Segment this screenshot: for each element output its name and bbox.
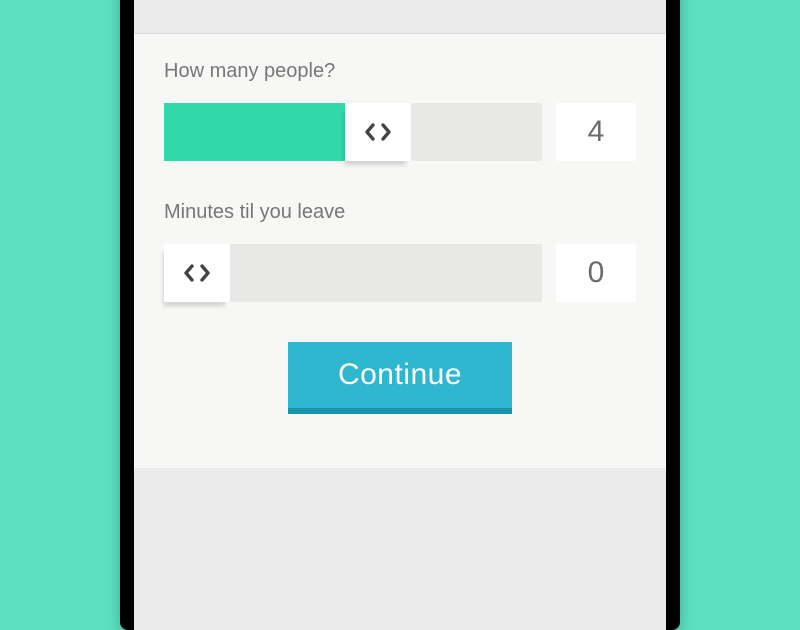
people-slider-track[interactable] <box>164 103 542 161</box>
chevron-right-icon <box>379 123 393 141</box>
form-section: How many people? 4 Minutes til you leave <box>134 34 666 468</box>
minutes-slider-handle[interactable] <box>164 244 230 302</box>
chevron-right-icon <box>198 264 212 282</box>
minutes-slider-track[interactable] <box>164 244 542 302</box>
people-slider-handle[interactable] <box>345 103 411 161</box>
phone-frame: How many people? 4 Minutes til you leave <box>120 0 680 630</box>
chevron-left-icon <box>182 264 196 282</box>
minutes-slider-row: 0 <box>164 244 636 302</box>
continue-button[interactable]: Continue <box>288 342 512 408</box>
section-divider <box>134 0 666 34</box>
people-slider-row: 4 <box>164 103 636 161</box>
continue-wrap: Continue <box>164 342 636 408</box>
minutes-value: 0 <box>556 244 636 302</box>
people-slider-fill <box>164 103 345 161</box>
people-label: How many people? <box>164 60 636 83</box>
minutes-label: Minutes til you leave <box>164 201 636 224</box>
chevron-left-icon <box>363 123 377 141</box>
minutes-slider-remainder <box>230 244 542 302</box>
phone-screen: How many people? 4 Minutes til you leave <box>134 0 666 630</box>
people-value: 4 <box>556 103 636 161</box>
people-slider-remainder <box>411 103 542 161</box>
